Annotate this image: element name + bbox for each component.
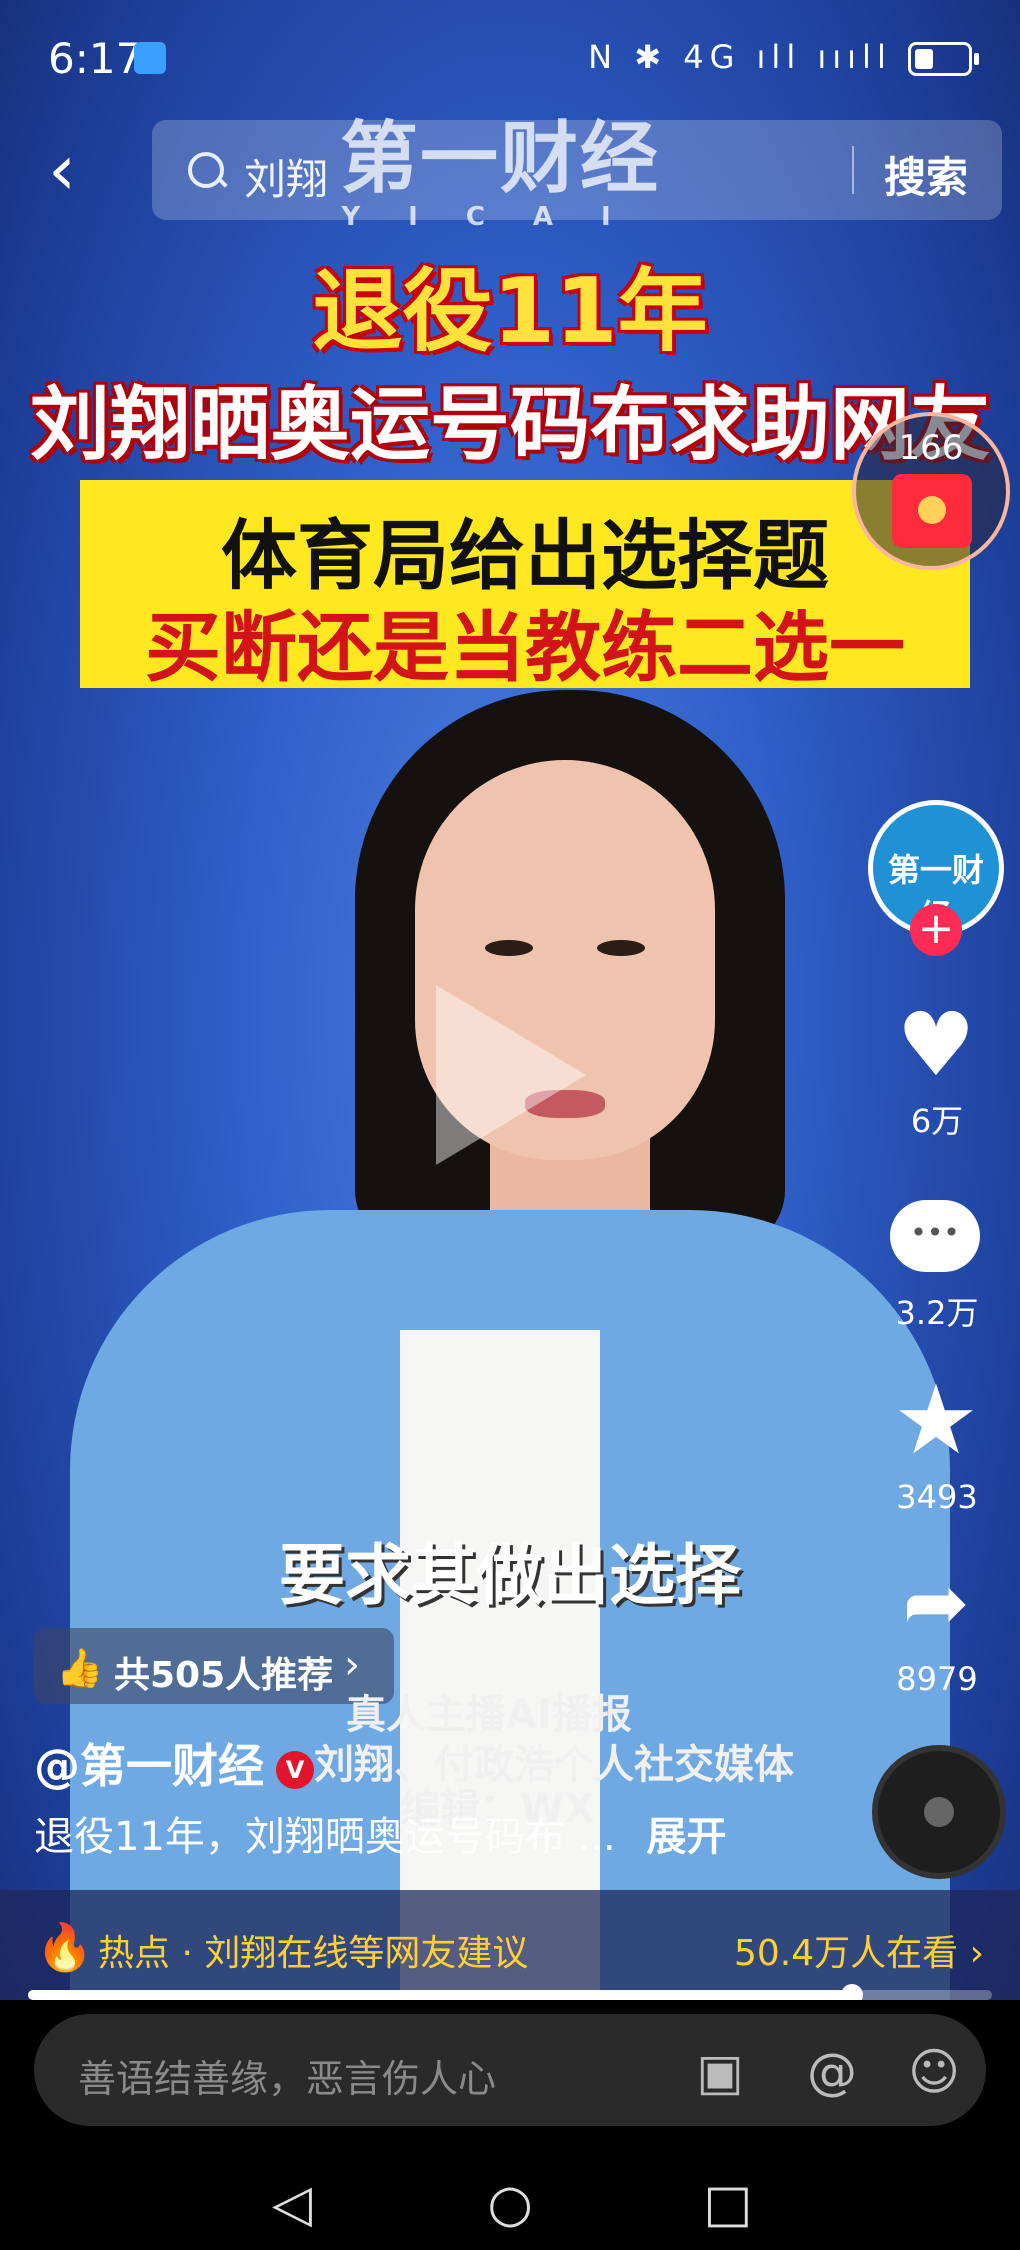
weather-app-icon [134,42,166,74]
favorite-count: 3493 [896,1478,978,1516]
red-envelope-icon [892,474,972,548]
bottom-area: 善语结善缘，恶言伤人心 ▣ @ ☺ ◁ ○ □ [0,2000,1020,2250]
video-progress-bar[interactable] [28,1984,992,2006]
viewer-count: 50.4万人在看 › [734,1933,984,1974]
headline-line1: 退役11年 [312,259,708,364]
play-icon[interactable] [436,985,586,1165]
like-count: 6万 [910,1102,964,1140]
hot-topic-bar[interactable]: 🔥 热点 · 刘翔在线等网友建议 50.4万人在看 › [0,1890,1020,2002]
video-description[interactable]: 退役11年，刘翔晒奥运号码布 ... 展开 [34,1804,726,1862]
thumbs-up-icon: 👍 [56,1646,104,1690]
expand-link[interactable]: 展开 [646,1814,726,1860]
status-icons: N ✱ 4G ıll ıııll [588,38,979,76]
video-screen[interactable]: 6:17 N ✱ 4G ıll ıııll ‹ 刘翔 搜索 第一财经 YICAI… [0,0,1020,2250]
star-icon[interactable]: ★ [886,1372,986,1468]
question-line2: 买断还是当教练二选一 [145,603,905,692]
description-text: 退役11年，刘翔晒奥运号码布 ... [34,1814,616,1860]
nav-recent-icon[interactable]: □ [698,2174,758,2234]
video-subtitle: 要求其做出选择 [279,1537,741,1614]
nav-back-icon[interactable]: ◁ [262,2174,322,2234]
comment-icon[interactable] [890,1200,980,1272]
search-icon [188,152,224,188]
system-nav-bar: ◁ ○ □ [0,2170,1020,2250]
red-packet-button[interactable]: 166 [852,412,1010,570]
music-disc-icon[interactable] [872,1745,1006,1879]
watermark-brand: 第一财经 [340,114,661,204]
author-line[interactable]: @第一财经 V [34,1730,314,1796]
presenter-eye-left [485,940,533,956]
yicai-watermark: 第一财经 YICAI [340,96,660,232]
progress-fill [28,1990,853,2000]
presenter-eye-right [597,940,645,956]
watermark-latin: YICAI [341,202,659,232]
recommend-pill[interactable]: 👍 共505人推荐 › [34,1628,394,1704]
image-icon[interactable]: ▣ [690,2042,750,2102]
comment-count: 3.2万 [895,1294,979,1332]
hot-topic-text: 热点 · 刘翔在线等网友建议 [98,1933,529,1974]
emoji-icon[interactable]: ☺ [904,2042,964,2102]
heart-icon[interactable]: ♥ [886,1000,986,1090]
share-count: 8979 [896,1660,978,1698]
follow-button[interactable]: + [910,904,962,956]
fire-icon: 🔥 [36,1920,94,1974]
comment-placeholder: 善语结善缘，恶言伤人心 [78,2057,497,2101]
search-query[interactable]: 刘翔 [244,146,328,207]
battery-icon [908,42,979,76]
mention-icon[interactable]: @ [802,2042,862,2102]
back-arrow-icon[interactable]: ‹ [48,135,108,205]
search-button[interactable]: 搜索 [884,144,968,205]
signal-icons: N ✱ 4G ıll ıııll [588,38,892,76]
comment-input[interactable]: 善语结善缘，恶言伤人心 ▣ @ ☺ [34,2014,986,2126]
status-time: 6:17 [48,34,143,83]
search-separator [852,146,854,194]
red-packet-count: 166 [898,428,964,468]
question-box: 体育局给出选择题 买断还是当教练二选一 [80,480,970,692]
recommend-text: 共505人推荐 [114,1655,334,1696]
share-icon[interactable]: ➦ [886,1558,986,1648]
nav-home-icon[interactable]: ○ [480,2174,540,2234]
author-name[interactable]: @第一财经 [34,1739,264,1793]
verified-badge: V [276,1750,314,1789]
